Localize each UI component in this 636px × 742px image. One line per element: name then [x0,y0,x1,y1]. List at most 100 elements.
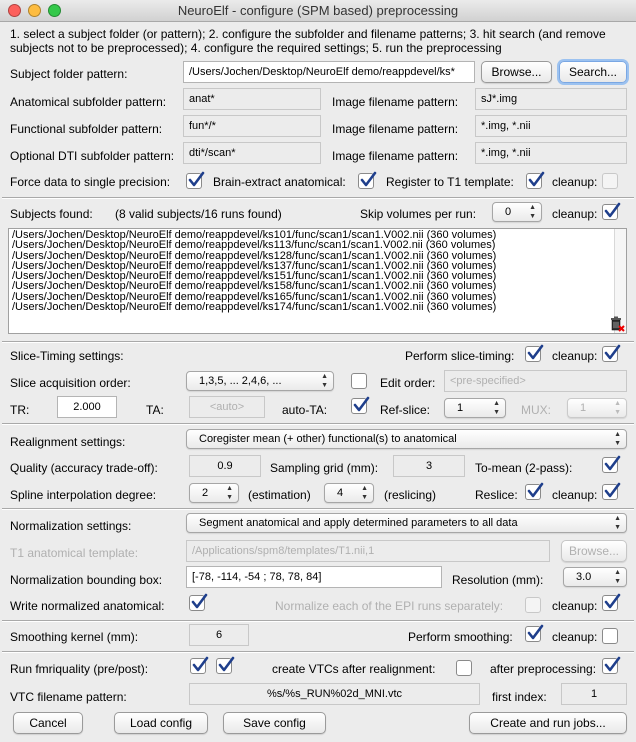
normalize-each-run-checkbox[interactable] [525,597,541,613]
auto-ta-label: auto-TA: [282,403,328,417]
tr-input[interactable]: 2.000 [57,396,117,418]
skip-volumes-stepper[interactable]: 0 ▲ ▼ [492,202,542,222]
anat-image-input[interactable]: sJ*.img [475,88,627,110]
brain-extract-label: Brain-extract anatomical: [213,175,346,189]
checkmark-icon [191,593,208,609]
checkmark-icon [528,171,545,187]
mux-select[interactable]: 1 ▲ ▼ [567,398,627,418]
realign-cleanup-checkbox[interactable] [602,482,621,500]
checkmark-icon [360,171,377,187]
checkmark-icon [604,455,621,471]
realignment-mode-value: Coregister mean (+ other) functional(s) … [199,433,457,445]
reslice-checkbox[interactable] [525,482,544,500]
slice-order-select[interactable]: 1,3,5, ... 2,4,6, ... ▲ ▼ [186,371,334,391]
sampling-grid-label: Sampling grid (mm): [270,461,379,475]
dti-subfolder-input[interactable]: dti*/scan* [183,142,321,164]
checkmark-icon [218,656,235,672]
spline-reslicing-value: 4 [337,487,344,499]
checkmark-icon [353,396,370,412]
normalization-mode-select[interactable]: Segment anatomical and apply determined … [186,513,627,533]
realignment-mode-select[interactable]: Coregister mean (+ other) functional(s) … [186,429,627,449]
search-button[interactable]: Search... [559,61,627,83]
cancel-button[interactable]: Cancel [13,712,83,734]
subjects-found-label: Subjects found: [10,207,93,221]
smoothing-kernel-input[interactable]: 6 [189,624,249,646]
vtc-after-realign-checkbox[interactable] [456,660,472,676]
chevron-updown-icon: ▲ ▼ [361,485,368,501]
first-index-label: first index: [492,690,547,704]
anat-subfolder-input[interactable]: anat* [183,88,321,110]
fmriquality-pre-checkbox[interactable] [190,656,209,674]
subject-folder-input[interactable]: /Users/Jochen/Desktop/NeuroElf demo/reap… [183,61,475,83]
slice-cleanup-checkbox[interactable] [602,344,621,362]
stepper-arrows-icon: ▲ ▼ [529,204,536,220]
norm-cleanup-label: cleanup: [552,599,598,613]
dti-image-input[interactable]: *.img, *.nii [475,142,627,164]
browse-subject-button[interactable]: Browse... [481,61,552,83]
dti-subfolder-label: Optional DTI subfolder pattern: [10,149,175,163]
write-normalized-anat-checkbox[interactable] [189,593,208,611]
slice-timing-label: Slice-Timing settings: [10,349,124,363]
window-title: NeuroElf - configure (SPM based) preproc… [177,3,459,18]
checkmark-icon [604,344,621,360]
to-mean-label: To-mean (2-pass): [475,461,573,475]
ref-slice-select[interactable]: 1 ▲ ▼ [444,398,506,418]
force-single-checkbox[interactable] [186,171,205,189]
save-config-button[interactable]: Save config [223,712,326,734]
vtc-pattern-input[interactable]: %s/%s_RUN%02d_MNI.vtc [189,683,480,705]
instructions-line-1: 1. select a subject folder (or pattern);… [10,27,606,41]
browse-template-button[interactable]: Browse... [561,540,627,562]
after-preprocessing-checkbox[interactable] [602,656,621,674]
separator [2,620,634,622]
vtc-after-realign-label: create VTCs after realignment: [272,662,436,676]
trash-icon[interactable] [609,316,625,332]
bbox-label: Normalization bounding box: [10,573,163,587]
spline-reslicing-select[interactable]: 4 ▲ ▼ [324,483,374,503]
auto-ta-checkbox[interactable] [351,396,370,414]
checkmark-icon [192,656,209,672]
subjects-cleanup-label: cleanup: [552,207,598,221]
edit-order-checkbox[interactable] [351,373,367,389]
normalization-mode-value: Segment anatomical and apply determined … [199,517,518,529]
perform-slice-timing-checkbox[interactable] [525,344,544,362]
first-index-input[interactable]: 1 [561,683,627,705]
chevron-updown-icon: ▲ ▼ [614,431,621,447]
bbox-input[interactable]: [-78, -114, -54 ; 78, 78, 84] [186,566,442,588]
func-subfolder-input[interactable]: fun*/* [183,115,321,137]
checkmark-icon [604,593,621,609]
smooth-cleanup-checkbox[interactable] [602,628,618,644]
resolution-select[interactable]: 3.0 ▲ ▼ [563,567,627,587]
sampling-grid-input[interactable]: 3 [393,455,465,477]
quality-input[interactable]: 0.9 [189,455,261,477]
edit-order-input[interactable]: <pre-specified> [444,370,627,392]
create-run-jobs-button[interactable]: Create and run jobs... [469,712,627,734]
subject-folder-label: Subject folder pattern: [10,67,128,81]
subject-list-item[interactable]: /Users/Jochen/Desktop/NeuroElf demo/reap… [12,301,612,312]
to-mean-checkbox[interactable] [602,455,621,473]
load-config-button[interactable]: Load config [114,712,208,734]
func-subfolder-label: Functional subfolder pattern: [10,122,163,136]
ta-input[interactable]: <auto> [189,396,265,418]
subjects-cleanup-checkbox[interactable] [602,202,621,220]
register-cleanup-checkbox[interactable] [602,173,618,189]
mux-label: MUX: [521,403,551,417]
spline-estimation-select[interactable]: 2 ▲ ▼ [189,483,239,503]
ref-slice-label: Ref-slice: [380,403,431,417]
t1-template-input[interactable]: /Applications/spm8/templates/T1.nii,1 [186,540,550,562]
register-t1-checkbox[interactable] [526,171,545,189]
quality-label: Quality (accuracy trade-off): [10,461,158,475]
t1-template-label: T1 anatomical template: [10,546,139,560]
perform-smoothing-checkbox[interactable] [525,624,544,642]
norm-cleanup-checkbox[interactable] [602,593,621,611]
skip-volumes-label: Skip volumes per run: [360,207,477,221]
mux-value: 1 [580,402,587,414]
slice-cleanup-label: cleanup: [552,349,598,363]
chevron-updown-icon: ▲ ▼ [614,400,621,416]
brain-extract-checkbox[interactable] [358,171,377,189]
slice-order-value: 1,3,5, ... 2,4,6, ... [199,375,282,387]
subjects-listbox[interactable]: /Users/Jochen/Desktop/NeuroElf demo/reap… [8,228,627,334]
func-image-input[interactable]: *.img, *.nii [475,115,627,137]
resolution-label: Resolution (mm): [452,573,544,587]
checkmark-icon [188,171,205,187]
fmriquality-post-checkbox[interactable] [216,656,235,674]
